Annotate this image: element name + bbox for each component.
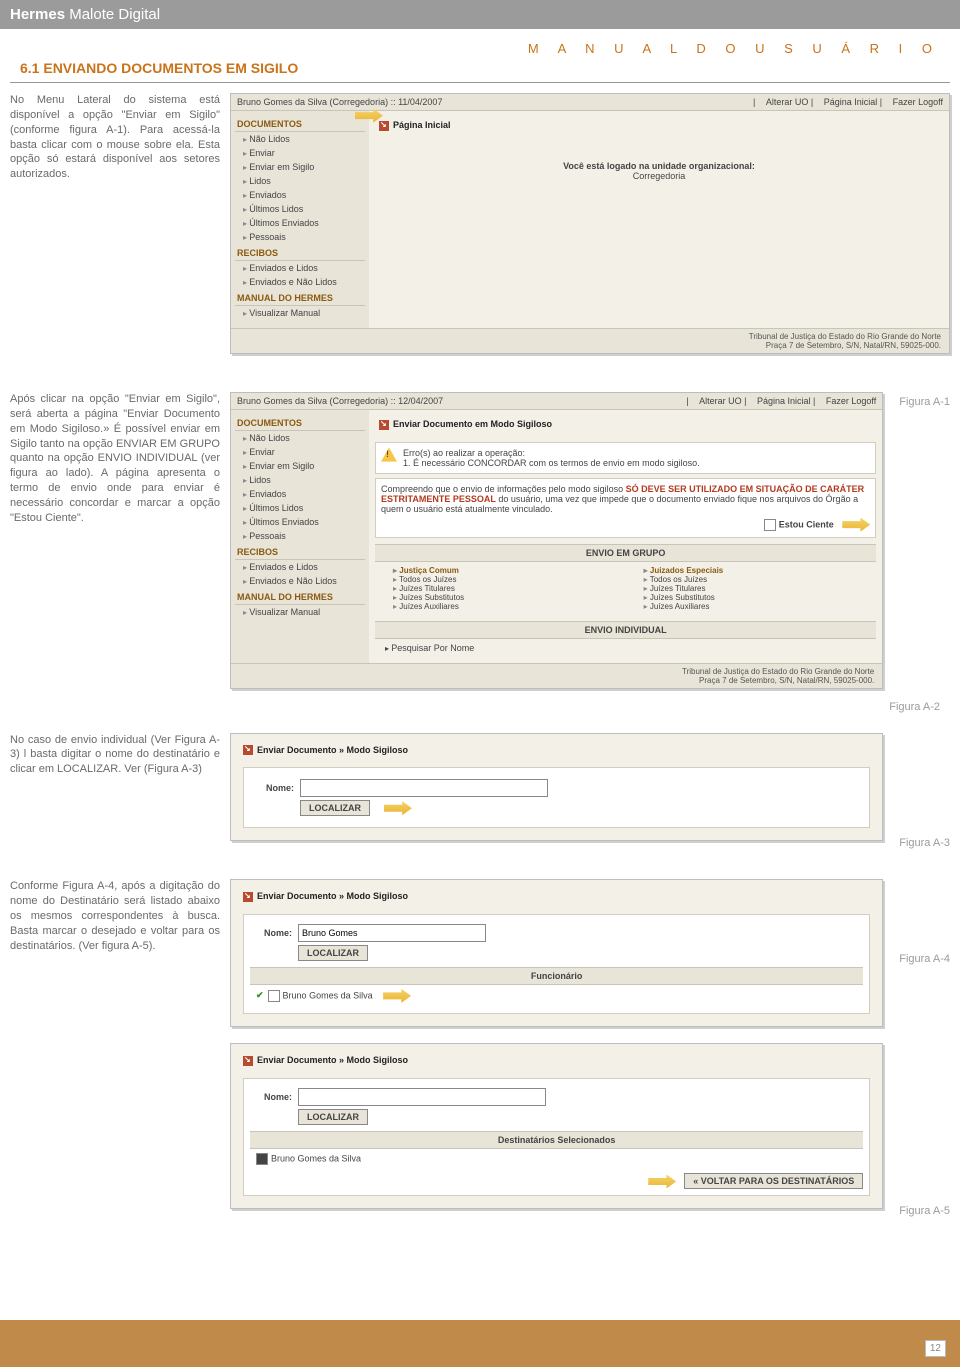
screenshot-a3: Enviar Documento » Modo Sigiloso Nome: L…	[230, 733, 883, 842]
check-icon: ✔	[256, 990, 264, 1000]
nav-enviados-nao-lidos[interactable]: Enviados e Não Lidos	[235, 275, 365, 289]
figure-a5-label: Figura A-5	[893, 1201, 950, 1217]
nav-manual[interactable]: Visualizar Manual	[235, 306, 365, 320]
nome-input[interactable]	[298, 1088, 546, 1106]
user-info: Bruno Gomes da Silva (Corregedoria) :: 1…	[237, 97, 442, 107]
screenshot-a1: Bruno Gomes da Silva (Corregedoria) :: 1…	[230, 93, 950, 354]
localizar-button[interactable]: LOCALIZAR	[298, 945, 368, 961]
voltar-button[interactable]: « VOLTAR PARA OS DESTINATÁRIOS	[684, 1173, 863, 1189]
nav-ultimos-lidos[interactable]: Últimos Lidos	[235, 202, 365, 216]
localizar-button[interactable]: LOCALIZAR	[300, 800, 370, 816]
pesquisar-nome[interactable]: Pesquisar Por Nome	[391, 643, 474, 653]
arrow-icon	[383, 989, 411, 1003]
checkbox-row[interactable]	[256, 1153, 268, 1165]
paragraph-3: No caso de envio individual (Ver Figura …	[10, 733, 220, 778]
selected-row: Bruno Gomes da Silva	[271, 1153, 361, 1163]
section-title: 6.1 ENVIANDO DOCUMENTOS EM SIGILO	[10, 60, 950, 83]
nav-enviar-sigilo[interactable]: Enviar em Sigilo	[235, 160, 365, 174]
localizar-button[interactable]: LOCALIZAR	[298, 1109, 368, 1125]
nav-lidos[interactable]: Lidos	[235, 174, 365, 188]
page-icon	[379, 121, 389, 131]
header-bar: Hermes Malote Digital	[0, 0, 960, 29]
link-logoff[interactable]: Fazer Logoff	[893, 97, 943, 107]
screenshot-a2: Bruno Gomes da Silva (Corregedoria) :: 1…	[230, 392, 883, 689]
figure-a1-label: Figura A-1	[893, 392, 950, 408]
paragraph-2: Após clicar na opção "Enviar em Sigilo",…	[10, 392, 220, 526]
nav-enviados-lidos[interactable]: Enviados e Lidos	[235, 261, 365, 275]
nome-input[interactable]	[298, 924, 486, 942]
nav-ultimos-enviados[interactable]: Últimos Enviados	[235, 216, 365, 230]
checkbox-ciente[interactable]	[764, 519, 776, 531]
sidebar: DOCUMENTOS Não Lidos Enviar Enviar em Si…	[231, 111, 369, 328]
arrow-icon	[648, 1175, 676, 1189]
paragraph-4: Conforme Figura A-4, após a digitação do…	[10, 879, 220, 953]
checkbox-row[interactable]	[268, 990, 280, 1002]
page-number: 12	[925, 1340, 946, 1357]
nav-pessoais[interactable]: Pessoais	[235, 230, 365, 244]
link-pagina-inicial[interactable]: Página Inicial	[824, 97, 878, 107]
figure-a2-label: Figura A-2	[10, 697, 950, 713]
screenshot-a4: Enviar Documento » Modo Sigiloso Nome: L…	[230, 879, 883, 1027]
nav-nao-lidos[interactable]: Não Lidos	[235, 132, 365, 146]
link-alterar[interactable]: Alterar UO	[766, 97, 809, 107]
result-row[interactable]: Bruno Gomes da Silva	[283, 990, 373, 1000]
arrow-icon	[842, 518, 870, 532]
screenshot-a5: Enviar Documento » Modo Sigiloso Nome: L…	[230, 1043, 883, 1209]
manual-label: M A N U A L D O U S U Á R I O	[0, 29, 960, 56]
nome-input[interactable]	[300, 779, 548, 797]
figure-a3-label: Figura A-3	[893, 833, 950, 849]
paragraph-1: No Menu Lateral do sistema está disponív…	[10, 93, 220, 182]
arrow-icon	[384, 801, 412, 815]
figure-a4-label: Figura A-4	[893, 949, 950, 965]
error-box: Erro(s) ao realizar a operação:1. É nece…	[375, 442, 876, 474]
nav-enviar[interactable]: Enviar	[235, 146, 365, 160]
nav-enviados[interactable]: Enviados	[235, 188, 365, 202]
warning-icon	[381, 448, 397, 462]
